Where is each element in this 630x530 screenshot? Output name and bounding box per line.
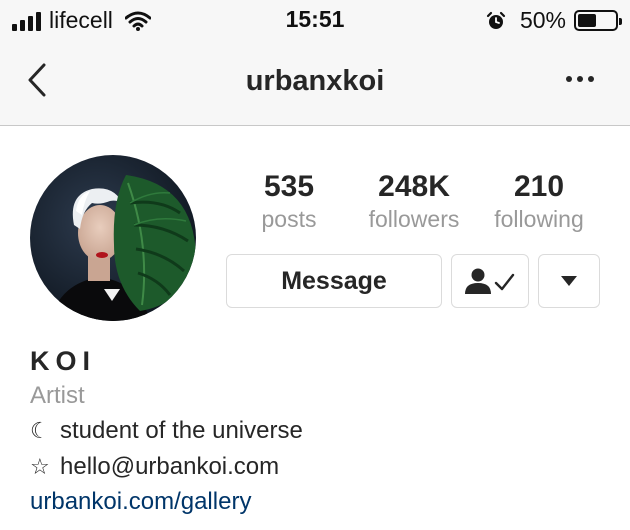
- status-right: 50%: [486, 7, 622, 34]
- more-horizontal-icon[interactable]: [566, 76, 594, 82]
- bio-email-text: hello@urbankoi.com: [60, 453, 280, 480]
- stat-posts[interactable]: 535 posts: [219, 170, 359, 234]
- website-link[interactable]: urbankoi.com/gallery: [30, 485, 610, 519]
- moon-icon: ☾: [30, 418, 50, 443]
- posts-count: 535: [263, 170, 315, 203]
- nav-bar: urbanxkoi: [0, 40, 630, 126]
- display-name: KOI: [30, 346, 97, 376]
- following-button[interactable]: [451, 254, 529, 308]
- battery-percent: 50%: [519, 7, 566, 33]
- followers-label: followers: [368, 206, 460, 232]
- bio-line: ☆ hello@urbankoi.com: [30, 449, 610, 485]
- stat-following[interactable]: 210 following: [469, 170, 609, 234]
- followers-count: 248K: [378, 170, 450, 203]
- avatar[interactable]: [30, 155, 196, 321]
- bio-line: ☾ student of the universe: [30, 413, 610, 449]
- profile-bio: KOI Artist ☾ student of the universe ☆ h…: [30, 343, 610, 519]
- star-outline-icon: ☆: [30, 454, 50, 479]
- following-count: 210: [513, 170, 565, 203]
- profile-username-title: urbanxkoi: [245, 65, 385, 97]
- person-check-icon: [465, 268, 515, 294]
- status-bar: lifecell 15:51 50%: [0, 0, 630, 40]
- battery-fill: [578, 14, 596, 27]
- alarm-icon: [486, 11, 506, 29]
- category-label: Artist: [30, 382, 85, 409]
- battery-icon: [574, 10, 622, 31]
- suggested-dropdown-button[interactable]: [538, 254, 600, 308]
- stat-followers[interactable]: 248K followers: [344, 170, 484, 234]
- caret-down-icon: [561, 276, 577, 286]
- message-button[interactable]: Message: [226, 254, 442, 308]
- posts-label: posts: [261, 206, 317, 232]
- following-label: following: [494, 206, 584, 232]
- bio-line-text: student of the universe: [60, 417, 303, 444]
